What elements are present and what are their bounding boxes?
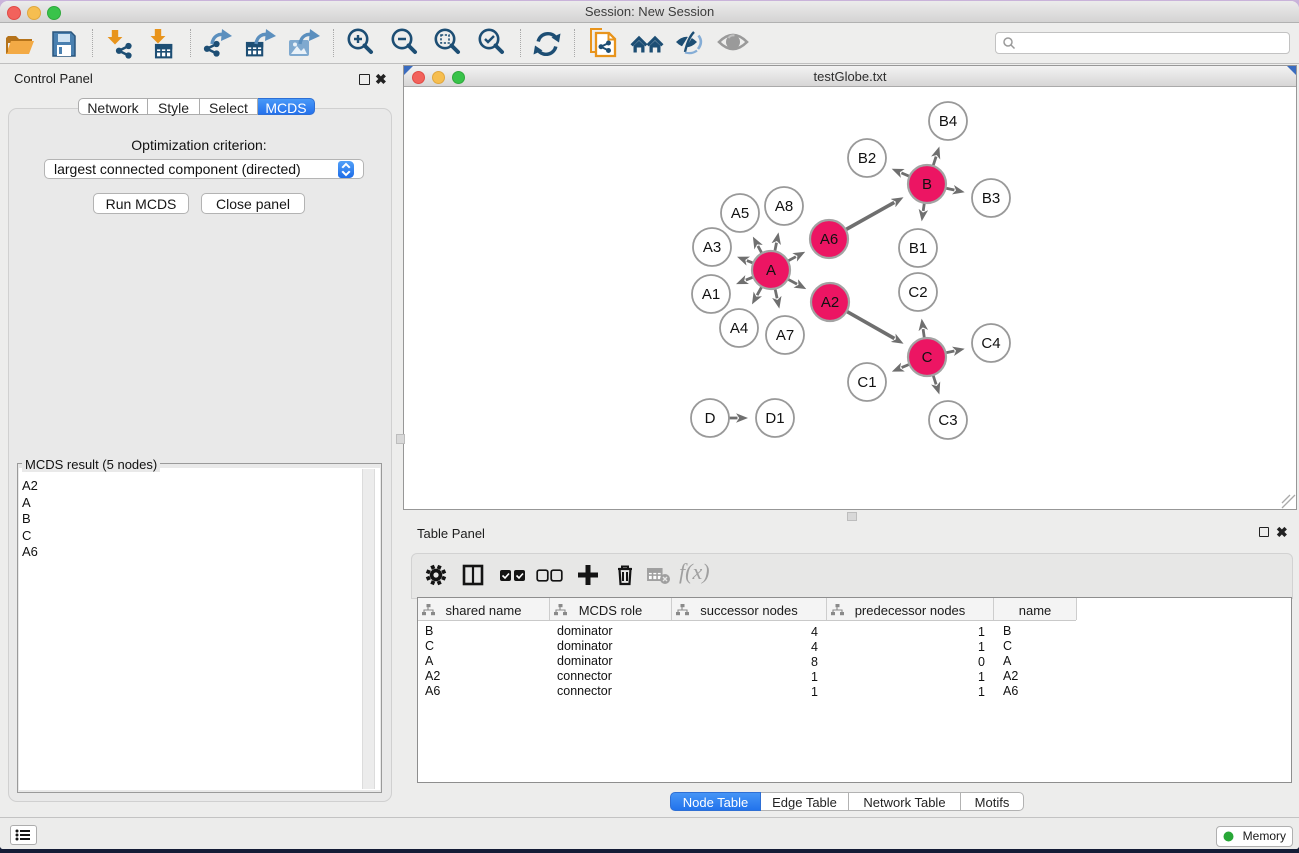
svg-text:D1: D1 bbox=[765, 410, 784, 427]
svg-text:C1: C1 bbox=[857, 374, 876, 391]
svg-text:C3: C3 bbox=[938, 412, 957, 429]
svg-text:A6: A6 bbox=[820, 231, 838, 248]
svg-text:A2: A2 bbox=[821, 294, 839, 311]
svg-text:A1: A1 bbox=[702, 286, 720, 303]
svg-text:A4: A4 bbox=[730, 320, 748, 337]
svg-text:B4: B4 bbox=[939, 113, 957, 130]
svg-text:A5: A5 bbox=[731, 205, 749, 222]
svg-text:C2: C2 bbox=[908, 284, 927, 301]
svg-text:D: D bbox=[705, 410, 716, 427]
svg-text:A3: A3 bbox=[703, 239, 721, 256]
svg-text:B: B bbox=[922, 176, 932, 193]
svg-text:C4: C4 bbox=[981, 335, 1000, 352]
svg-text:B1: B1 bbox=[909, 240, 927, 257]
svg-text:A8: A8 bbox=[775, 198, 793, 215]
svg-text:A: A bbox=[766, 262, 776, 279]
svg-text:B3: B3 bbox=[982, 190, 1000, 207]
svg-text:A7: A7 bbox=[776, 327, 794, 344]
svg-text:B2: B2 bbox=[858, 150, 876, 167]
svg-text:C: C bbox=[922, 349, 933, 366]
